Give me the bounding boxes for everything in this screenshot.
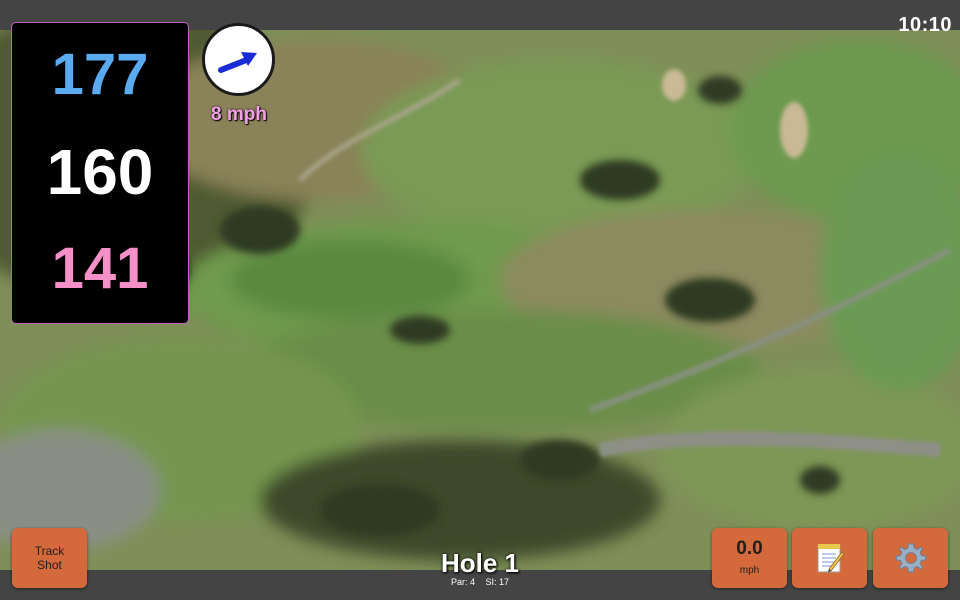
front-yardage: 141 <box>51 236 149 301</box>
hole-stroke-index: SI: 17 <box>485 577 510 587</box>
hole-title: Hole 1 <box>440 548 520 578</box>
settings-button[interactable] <box>873 528 948 588</box>
speed-button[interactable]: 0.0 mph <box>712 528 787 588</box>
yardage-panel: 177 160 141 <box>11 22 189 324</box>
hole-info: Par: 4 SI: 17 <box>380 577 580 587</box>
notepad-icon <box>817 544 845 573</box>
wind-direction-compass <box>202 23 275 96</box>
wind-speed: 8 mph <box>211 104 267 125</box>
middle-yardage: 160 <box>46 136 154 208</box>
speed-value: 0.0 <box>736 538 763 559</box>
hole-par: Par: 4 <box>450 577 475 587</box>
back-yardage: 177 <box>51 42 149 107</box>
speed-unit: mph <box>739 565 760 576</box>
track-shot-label-line2: Shot <box>37 558 62 572</box>
track-shot-button[interactable]: Track Shot <box>12 528 87 588</box>
notes-button[interactable] <box>792 528 867 588</box>
status-time: 10:10 <box>898 14 952 36</box>
wind-arrow-icon <box>218 52 257 73</box>
track-shot-label-line1: Track <box>34 544 65 558</box>
gear-icon <box>895 543 926 573</box>
